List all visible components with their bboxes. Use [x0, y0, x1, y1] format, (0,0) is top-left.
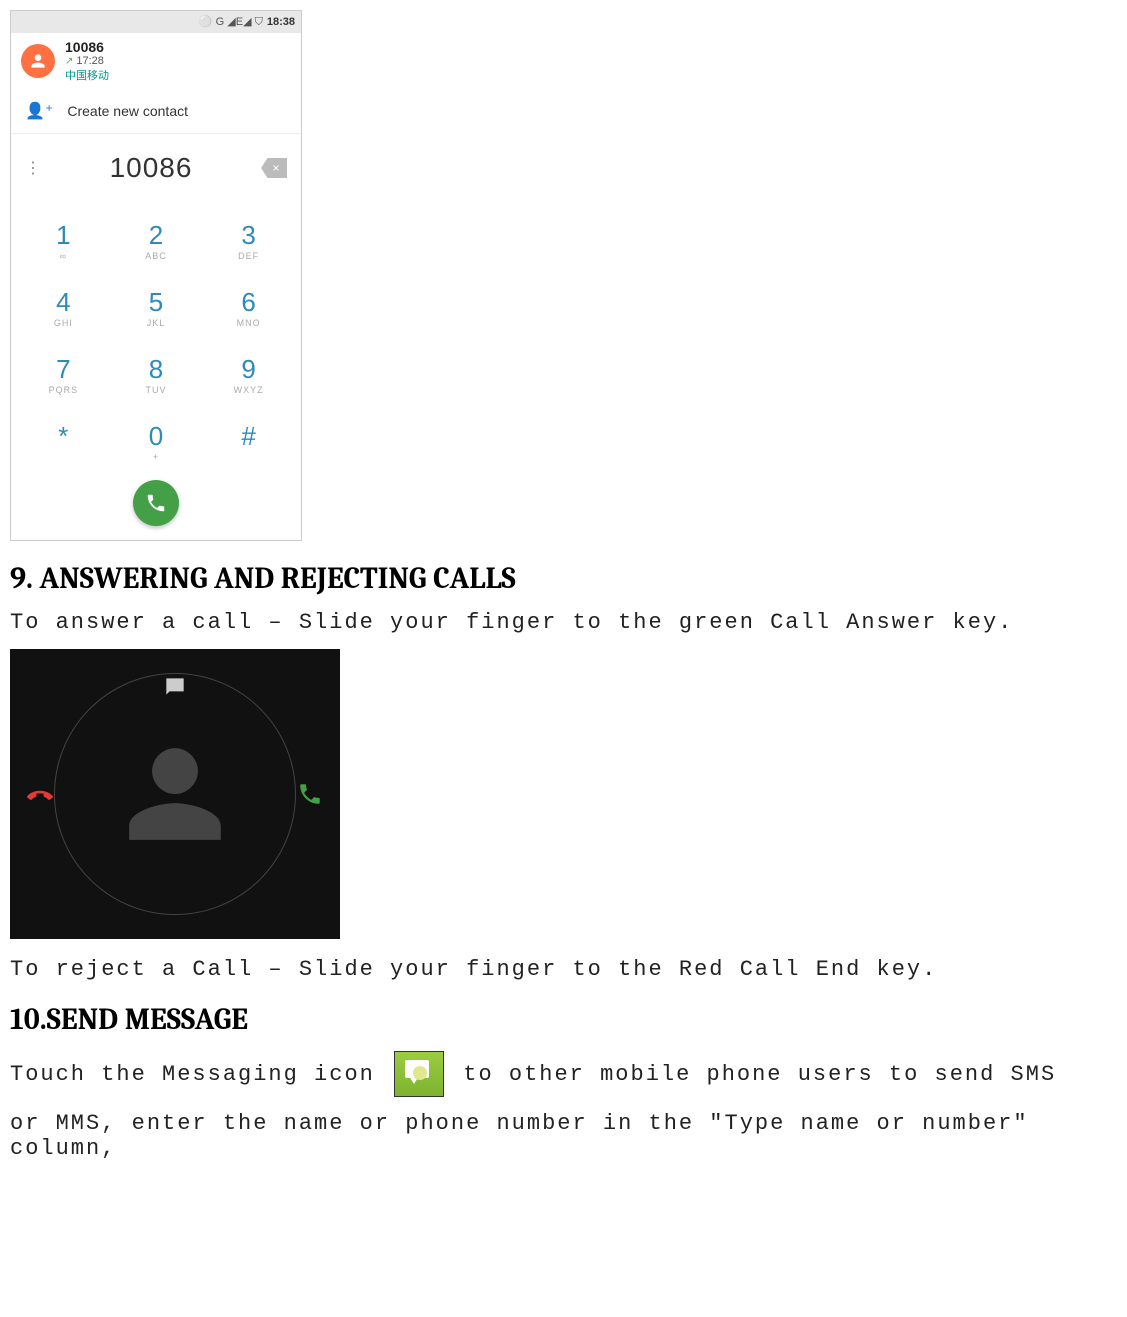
caller-avatar-icon [120, 739, 230, 849]
key-sub: DEF [202, 251, 295, 261]
send-pre-text: Touch the Messaging icon [10, 1062, 390, 1087]
add-contact-icon: 👤⁺ [25, 101, 53, 121]
keypad: 1∞ 2ABC 3DEF 4GHI 5JKL 6MNO 7PQRS 8TUV 9… [11, 194, 301, 472]
key-num: 2 [110, 220, 203, 251]
call-button-row [11, 472, 301, 540]
key-star[interactable]: * [17, 405, 110, 472]
send-message-line1: Touch the Messaging icon to other mobile… [10, 1051, 1117, 1097]
key-sub: MNO [202, 318, 295, 328]
answer-call-icon[interactable] [296, 780, 324, 808]
key-7[interactable]: 7PQRS [17, 338, 110, 405]
key-8[interactable]: 8TUV [110, 338, 203, 405]
message-reply-icon[interactable] [161, 673, 189, 701]
key-num: 7 [17, 354, 110, 385]
send-post-text: to other mobile phone users to send SMS [463, 1062, 1056, 1087]
key-num: # [202, 421, 295, 452]
create-new-contact[interactable]: 👤⁺ Create new contact [11, 89, 301, 134]
key-1[interactable]: 1∞ [17, 204, 110, 271]
key-num: 1 [17, 220, 110, 251]
key-4[interactable]: 4GHI [17, 271, 110, 338]
key-hash[interactable]: # [202, 405, 295, 472]
key-sub: PQRS [17, 385, 110, 395]
contact-subline: ↗ 17:28 [65, 55, 291, 67]
key-num: 0 [110, 421, 203, 452]
messaging-app-icon [394, 1051, 444, 1097]
overflow-menu-icon[interactable]: ⋮ [25, 158, 41, 178]
dialed-number: 10086 [41, 152, 261, 184]
key-num: 4 [17, 287, 110, 318]
heading-9: 9. ANSWERING AND REJECTING CALLS [10, 561, 1117, 596]
dial-display-row: ⋮ 10086 [11, 134, 301, 194]
key-num: 8 [110, 354, 203, 385]
recent-contact-row[interactable]: 10086 ↗ 17:28 中国移动 [11, 33, 301, 89]
key-0[interactable]: 0+ [110, 405, 203, 472]
key-2[interactable]: 2ABC [110, 204, 203, 271]
dialer-screenshot: ⚪ G ◢E◢ ⛉ 18:38 10086 ↗ 17:28 中国移动 👤⁺ Cr… [10, 10, 302, 541]
key-sub: JKL [110, 318, 203, 328]
key-sub: ∞ [17, 251, 110, 261]
status-time: 18:38 [267, 16, 295, 28]
key-5[interactable]: 5JKL [110, 271, 203, 338]
outgoing-icon: ↗ [65, 56, 73, 67]
reject-call-icon[interactable] [26, 780, 54, 808]
contact-name: 10086 [65, 39, 291, 55]
carrier-label: 中国移动 [65, 67, 291, 83]
call-button[interactable] [133, 480, 179, 526]
key-sub: + [110, 452, 203, 462]
create-contact-label: Create new contact [67, 103, 188, 119]
reject-text: To reject a Call – Slide your finger to … [10, 957, 1117, 982]
key-6[interactable]: 6MNO [202, 271, 295, 338]
key-sub: GHI [17, 318, 110, 328]
status-icons: ⚪ G ◢E◢ ⛉ [199, 15, 263, 29]
status-bar: ⚪ G ◢E◢ ⛉ 18:38 [11, 11, 301, 33]
key-3[interactable]: 3DEF [202, 204, 295, 271]
key-sub: WXYZ [202, 385, 295, 395]
answer-text: To answer a call – Slide your finger to … [10, 610, 1117, 635]
contact-info: 10086 ↗ 17:28 中国移动 [65, 39, 291, 83]
send-message-line2: or MMS, enter the name or phone number i… [10, 1111, 1117, 1161]
key-sub: TUV [110, 385, 203, 395]
key-num: * [17, 421, 110, 452]
key-num: 9 [202, 354, 295, 385]
key-num: 5 [110, 287, 203, 318]
key-num: 3 [202, 220, 295, 251]
contact-avatar-icon [21, 44, 55, 78]
incoming-call-screenshot [10, 649, 340, 939]
backspace-icon[interactable] [261, 158, 287, 178]
key-num: 6 [202, 287, 295, 318]
phone-icon [145, 492, 167, 514]
contact-call-time: 17:28 [76, 55, 104, 67]
key-sub: ABC [110, 251, 203, 261]
heading-10: 10.SEND MESSAGE [10, 1002, 1117, 1037]
key-9[interactable]: 9WXYZ [202, 338, 295, 405]
